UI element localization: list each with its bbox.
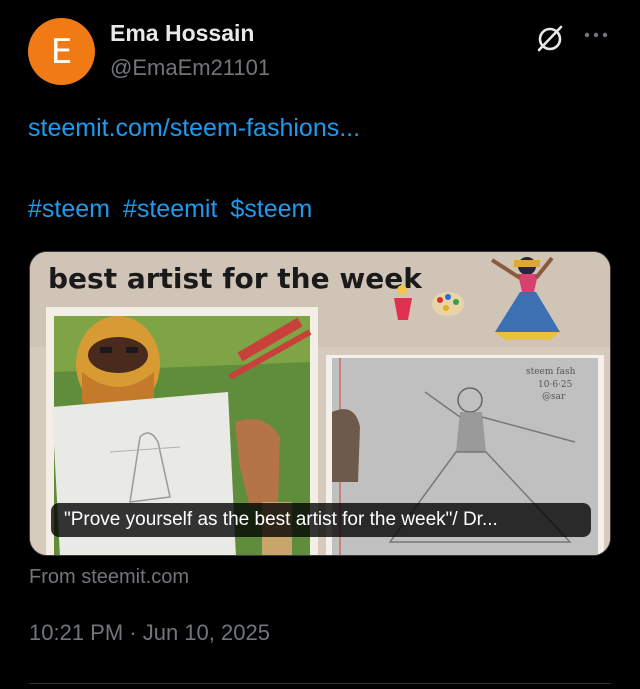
- banner-text: best artist for the week: [48, 262, 423, 295]
- more-icon[interactable]: [582, 26, 612, 44]
- svg-text:10·6·25: 10·6·25: [538, 380, 573, 390]
- tag-steem[interactable]: #steem: [28, 195, 110, 223]
- avatar-initial: E: [50, 31, 73, 72]
- post-timestamp[interactable]: 10:21 PM · Jun 10, 2025: [29, 620, 270, 646]
- tag-cashtag-steem[interactable]: $steem: [230, 195, 312, 223]
- avatar[interactable]: E: [28, 18, 95, 85]
- card-caption: "Prove yourself as the best artist for t…: [51, 503, 591, 537]
- author-handle[interactable]: @EmaEm21101: [110, 55, 270, 81]
- author-name[interactable]: Ema Hossain: [110, 20, 254, 47]
- hashtags: #steem #steemit $steem: [28, 195, 318, 224]
- tag-steemit[interactable]: #steemit: [123, 195, 217, 223]
- divider: [29, 683, 611, 684]
- svg-text:steem fash: steem fash: [526, 367, 576, 377]
- post-link[interactable]: steemit.com/steem-fashions...: [28, 114, 360, 143]
- svg-text:@sar: @sar: [542, 392, 566, 402]
- card-source[interactable]: From steemit.com: [29, 566, 189, 589]
- link-preview-card[interactable]: best artist for the week steem fash 10·6…: [29, 251, 611, 556]
- grok-icon[interactable]: [534, 22, 566, 54]
